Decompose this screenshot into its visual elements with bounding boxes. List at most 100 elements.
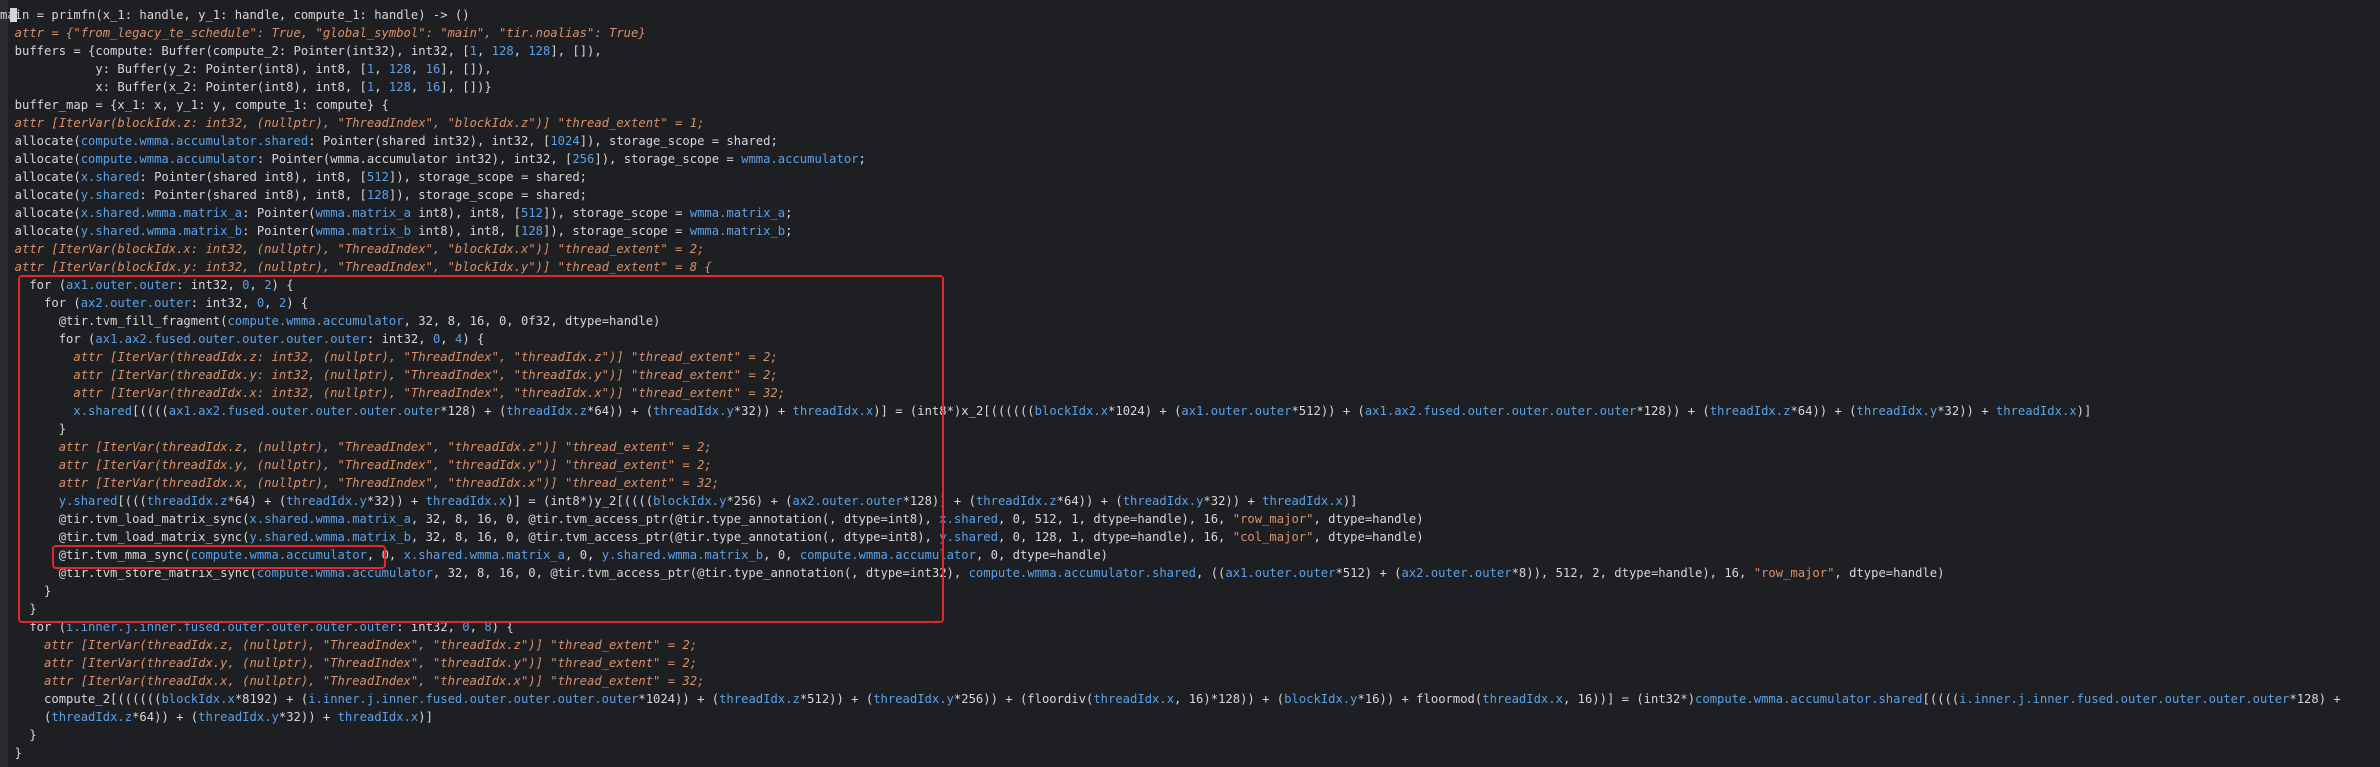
code-line[interactable]: attr [IterVar(blockIdx.y: int32, (nullpt… — [0, 258, 2380, 276]
code-token: : Pointer(shared int8), int8, [ — [139, 170, 367, 184]
code-line[interactable]: for (ax1.outer.outer: int32, 0, 2) { — [0, 276, 2380, 294]
code-token: *16)) + floormod( — [1357, 692, 1483, 706]
code-token: , — [410, 80, 426, 94]
code-line[interactable]: (threadIdx.z*64)) + (threadIdx.y*32)) + … — [0, 708, 2380, 726]
code-token: ]), storage_scope = shared; — [579, 134, 778, 148]
code-line[interactable]: } — [0, 420, 2380, 438]
code-token: for ( — [0, 296, 81, 310]
code-line[interactable]: y: Buffer(y_2: Pointer(int8), int8, [1, … — [0, 60, 2380, 78]
code-line[interactable]: for (ax1.ax2.fused.outer.outer.outer.out… — [0, 330, 2380, 348]
code-token: attr [IterVar(threadIdx.y: int32, (nullp… — [0, 368, 778, 382]
code-token: x.shared.wmma.matrix_a — [249, 512, 411, 526]
code-token: @tir.tvm_fill_fragment( — [0, 314, 228, 328]
code-line[interactable]: compute_2[((((((blockIdx.x*8192) + (i.in… — [0, 690, 2380, 708]
code-token: ], []), — [440, 62, 492, 76]
code-line[interactable]: } — [0, 726, 2380, 744]
code-token: allocate( — [0, 134, 81, 148]
code-token: threadIdx.x — [1995, 404, 2077, 418]
code-token: "row_major" — [1232, 512, 1314, 526]
code-token: threadIdx.x — [792, 404, 874, 418]
code-token: , — [440, 332, 455, 346]
code-token: compute.wmma.accumulator — [190, 548, 367, 562]
code-line[interactable]: buffer_map = {x_1: x, y_1: y, compute_1:… — [0, 96, 2380, 114]
code-line[interactable]: attr [IterVar(threadIdx.z, (nullptr), "T… — [0, 438, 2380, 456]
code-line[interactable]: } — [0, 582, 2380, 600]
code-line[interactable]: allocate(compute.wmma.accumulator: Point… — [0, 150, 2380, 168]
code-line[interactable]: x.shared[((((ax1.ax2.fused.outer.outer.o… — [0, 402, 2380, 420]
code-token: attr [IterVar(threadIdx.z, (nullptr), "T… — [0, 440, 712, 454]
code-token: , dtype=handle) — [1313, 530, 1424, 544]
code-line[interactable]: @tir.tvm_store_matrix_sync(compute.wmma.… — [0, 564, 2380, 582]
code-token: ax1.ax2.fused.outer.outer.outer.outer — [168, 404, 441, 418]
code-token: threadIdx.z — [146, 494, 228, 508]
code-token: compute.wmma.accumulator.shared — [80, 134, 309, 148]
code-token: , 0, dtype=handle) — [975, 548, 1109, 562]
code-line[interactable]: attr [IterVar(threadIdx.x: int32, (nullp… — [0, 384, 2380, 402]
code-token: ) { — [462, 332, 485, 346]
code-token: threadIdx.z — [51, 710, 133, 724]
code-line[interactable]: @tir.tvm_fill_fragment(compute.wmma.accu… — [0, 312, 2380, 330]
code-token: )] — [2076, 404, 2092, 418]
code-line[interactable]: for (ax2.outer.outer: int32, 0, 2) { — [0, 294, 2380, 312]
code-token: *32)) + — [278, 710, 338, 724]
code-token: ; — [785, 206, 793, 220]
code-line[interactable]: attr [IterVar(threadIdx.y, (nullptr), "T… — [0, 654, 2380, 672]
code-token: ax2.outer.outer — [792, 494, 903, 508]
code-line[interactable]: attr [IterVar(threadIdx.x, (nullptr), "T… — [0, 672, 2380, 690]
code-token: 128 — [528, 44, 551, 58]
code-line[interactable]: y.shared[(((threadIdx.z*64) + (threadIdx… — [0, 492, 2380, 510]
code-token: , 32, 8, 16, 0, @tir.tvm_access_ptr(@tir… — [432, 566, 969, 580]
code-token: [(((( — [132, 404, 169, 418]
code-line[interactable]: attr [IterVar(threadIdx.z: int32, (nullp… — [0, 348, 2380, 366]
code-token: , 0, — [366, 548, 404, 562]
code-token: x.shared — [80, 170, 140, 184]
code-line[interactable]: allocate(x.shared.wmma.matrix_a: Pointer… — [0, 204, 2380, 222]
code-line[interactable]: attr [IterVar(threadIdx.y: int32, (nullp… — [0, 366, 2380, 384]
code-line[interactable]: allocate(x.shared: Pointer(shared int8),… — [0, 168, 2380, 186]
code-token: int8), int8, [ — [410, 206, 521, 220]
code-editor[interactable]: main = primfn(x_1: handle, y_1: handle, … — [0, 6, 2380, 762]
code-token: *32)) + — [733, 404, 793, 418]
code-token: *8192) + ( — [234, 692, 309, 706]
code-line[interactable]: buffers = {compute: Buffer(compute_2: Po… — [0, 42, 2380, 60]
code-line[interactable]: attr = {"from_legacy_te_schedule": True,… — [0, 24, 2380, 42]
code-token: ax1.outer.outer — [66, 278, 177, 292]
code-line[interactable]: allocate(compute.wmma.accumulator.shared… — [0, 132, 2380, 150]
code-token: 1 — [469, 44, 477, 58]
code-line[interactable]: allocate(y.shared: Pointer(shared int8),… — [0, 186, 2380, 204]
code-token: , 16))] = (int32*) — [1562, 692, 1696, 706]
code-token: , 0, 512, 1, dtype=handle), 16, — [997, 512, 1233, 526]
code-line[interactable]: attr [IterVar(threadIdx.z, (nullptr), "T… — [0, 636, 2380, 654]
code-token: int8), int8, [ — [410, 224, 521, 238]
code-token: , — [513, 44, 529, 58]
code-line[interactable]: main = primfn(x_1: handle, y_1: handle, … — [0, 6, 2380, 24]
code-line[interactable]: attr [IterVar(blockIdx.x: int32, (nullpt… — [0, 240, 2380, 258]
code-token: ax1.outer.outer — [1181, 404, 1292, 418]
code-token: threadIdx.x — [1262, 494, 1343, 508]
code-token: x.shared.wmma.matrix_a — [80, 206, 243, 220]
code-line[interactable]: } — [0, 744, 2380, 762]
code-line[interactable]: } — [0, 600, 2380, 618]
code-line[interactable]: for (i.inner.j.inner.fused.outer.outer.o… — [0, 618, 2380, 636]
code-token: attr [IterVar(threadIdx.y, (nullptr), "T… — [0, 458, 712, 472]
code-token: *512) + ( — [1335, 566, 1402, 580]
code-token: wmma.matrix_b — [689, 224, 786, 238]
code-line[interactable]: @tir.tvm_load_matrix_sync(x.shared.wmma.… — [0, 510, 2380, 528]
code-line[interactable]: @tir.tvm_mma_sync(compute.wmma.accumulat… — [0, 546, 2380, 564]
code-line[interactable]: attr [IterVar(threadIdx.x, (nullptr), "T… — [0, 474, 2380, 492]
code-line[interactable]: attr [IterVar(blockIdx.z: int32, (nullpt… — [0, 114, 2380, 132]
code-token: i.inner.j.inner.fused.outer.outer.outer.… — [308, 692, 639, 706]
code-line[interactable]: attr [IterVar(threadIdx.y, (nullptr), "T… — [0, 456, 2380, 474]
code-line[interactable]: x: Buffer(x_2: Pointer(int8), int8, [1, … — [0, 78, 2380, 96]
code-token: compute.wmma.accumulator — [799, 548, 976, 562]
code-token: *64)) + ( — [1056, 494, 1123, 508]
code-token: *1024) + ( — [1108, 404, 1182, 418]
code-line[interactable]: @tir.tvm_load_matrix_sync(y.shared.wmma.… — [0, 528, 2380, 546]
code-token: )] — [418, 710, 433, 724]
code-token: , — [476, 44, 492, 58]
code-token: wmma.matrix_b — [315, 224, 411, 238]
code-line[interactable]: allocate(y.shared.wmma.matrix_b: Pointer… — [0, 222, 2380, 240]
code-token: , 0, — [763, 548, 800, 562]
